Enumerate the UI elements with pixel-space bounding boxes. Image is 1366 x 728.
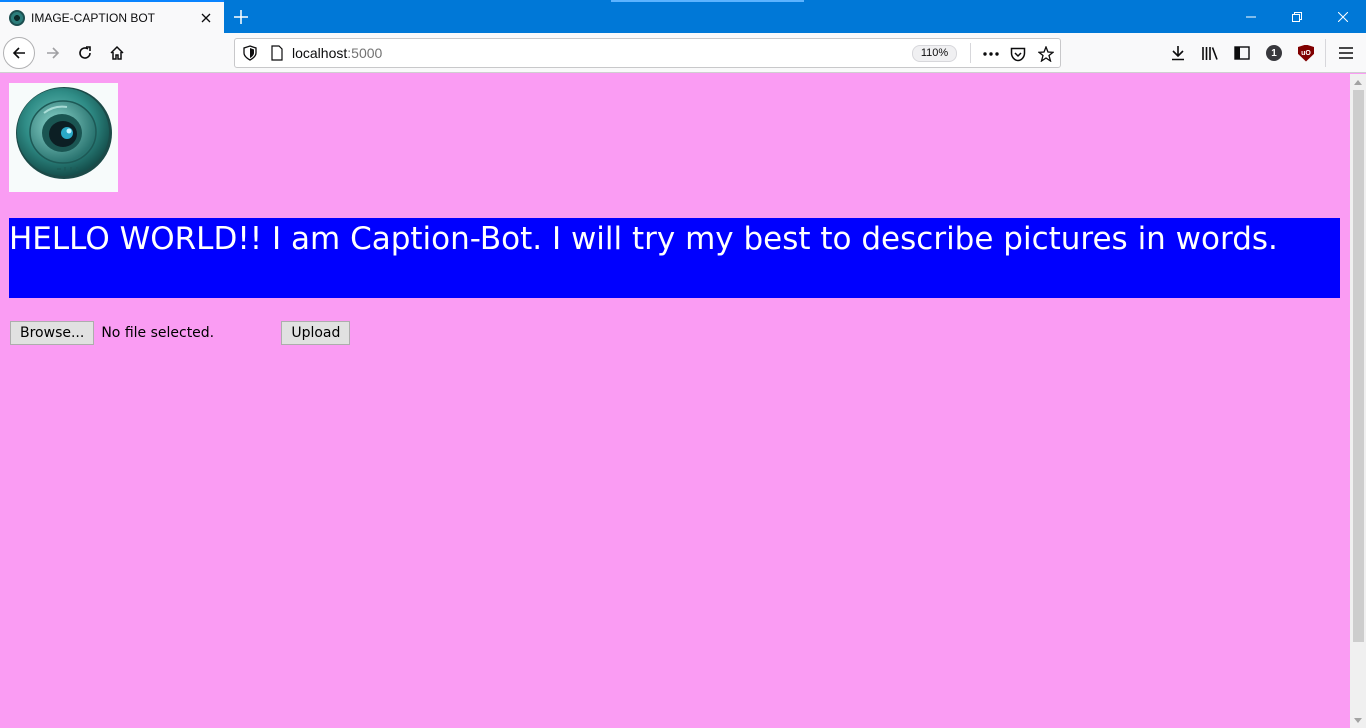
ublock-origin-icon[interactable]: uO — [1292, 39, 1320, 67]
vertical-scrollbar[interactable] — [1350, 74, 1366, 728]
browse-button[interactable]: Browse... — [10, 321, 95, 345]
library-icon[interactable] — [1196, 39, 1224, 67]
page-info-icon[interactable] — [271, 45, 283, 65]
forward-arrow-icon[interactable] — [37, 37, 69, 69]
pocket-icon[interactable] — [1007, 43, 1029, 65]
scroll-up-arrow-icon[interactable] — [1350, 74, 1366, 90]
titlebar-accent — [611, 0, 804, 2]
notification-badge[interactable]: 1 — [1260, 39, 1288, 67]
tab-close-icon[interactable] — [194, 6, 218, 30]
camera-lens-logo — [9, 83, 118, 192]
page-actions-dots-icon[interactable] — [980, 43, 1002, 65]
tab-title: IMAGE-CAPTION BOT — [31, 10, 156, 25]
browser-titlebar: IMAGE-CAPTION BOT — [0, 0, 1366, 33]
urlbar-separator — [970, 43, 971, 63]
url-host: localhost — [292, 45, 348, 61]
tab-favicon-icon — [9, 9, 25, 26]
url-port: :5000 — [347, 45, 383, 61]
home-icon[interactable] — [101, 37, 133, 69]
downloads-icon[interactable] — [1164, 39, 1192, 67]
reload-icon[interactable] — [69, 37, 101, 69]
bookmark-star-icon[interactable] — [1035, 43, 1057, 65]
minimize-icon[interactable] — [1228, 0, 1274, 33]
page-heading: HELLO WORLD!! I am Caption-Bot. I will t… — [9, 218, 1340, 298]
upload-form: Browse... No file selected. Upload — [10, 321, 351, 345]
sidebar-icon[interactable] — [1228, 39, 1256, 67]
new-tab-plus-icon[interactable] — [228, 4, 254, 30]
zoom-indicator[interactable]: 110% — [912, 45, 957, 62]
upload-button[interactable]: Upload — [281, 321, 351, 345]
page-viewport: HELLO WORLD!! I am Caption-Bot. I will t… — [0, 74, 1350, 728]
scroll-down-arrow-icon[interactable] — [1350, 712, 1366, 728]
file-status-text: No file selected. — [101, 325, 215, 341]
scrollbar-thumb[interactable] — [1353, 90, 1364, 642]
restore-icon[interactable] — [1274, 0, 1320, 33]
address-bar[interactable]: localhost:5000 110% — [234, 38, 1061, 68]
browser-tab[interactable]: IMAGE-CAPTION BOT — [0, 0, 224, 33]
ublock-label: uO — [1298, 44, 1314, 62]
navigation-toolbar: localhost:5000 110% 1 uO — [0, 33, 1366, 73]
toolbar-separator — [1325, 39, 1326, 67]
tracking-shield-icon[interactable] — [243, 45, 257, 65]
back-arrow-icon[interactable] — [3, 37, 35, 69]
notification-count: 1 — [1266, 45, 1282, 61]
url-text[interactable]: localhost:5000 — [292, 45, 382, 61]
window-close-icon[interactable] — [1320, 0, 1366, 33]
hamburger-menu-icon[interactable] — [1332, 39, 1360, 67]
